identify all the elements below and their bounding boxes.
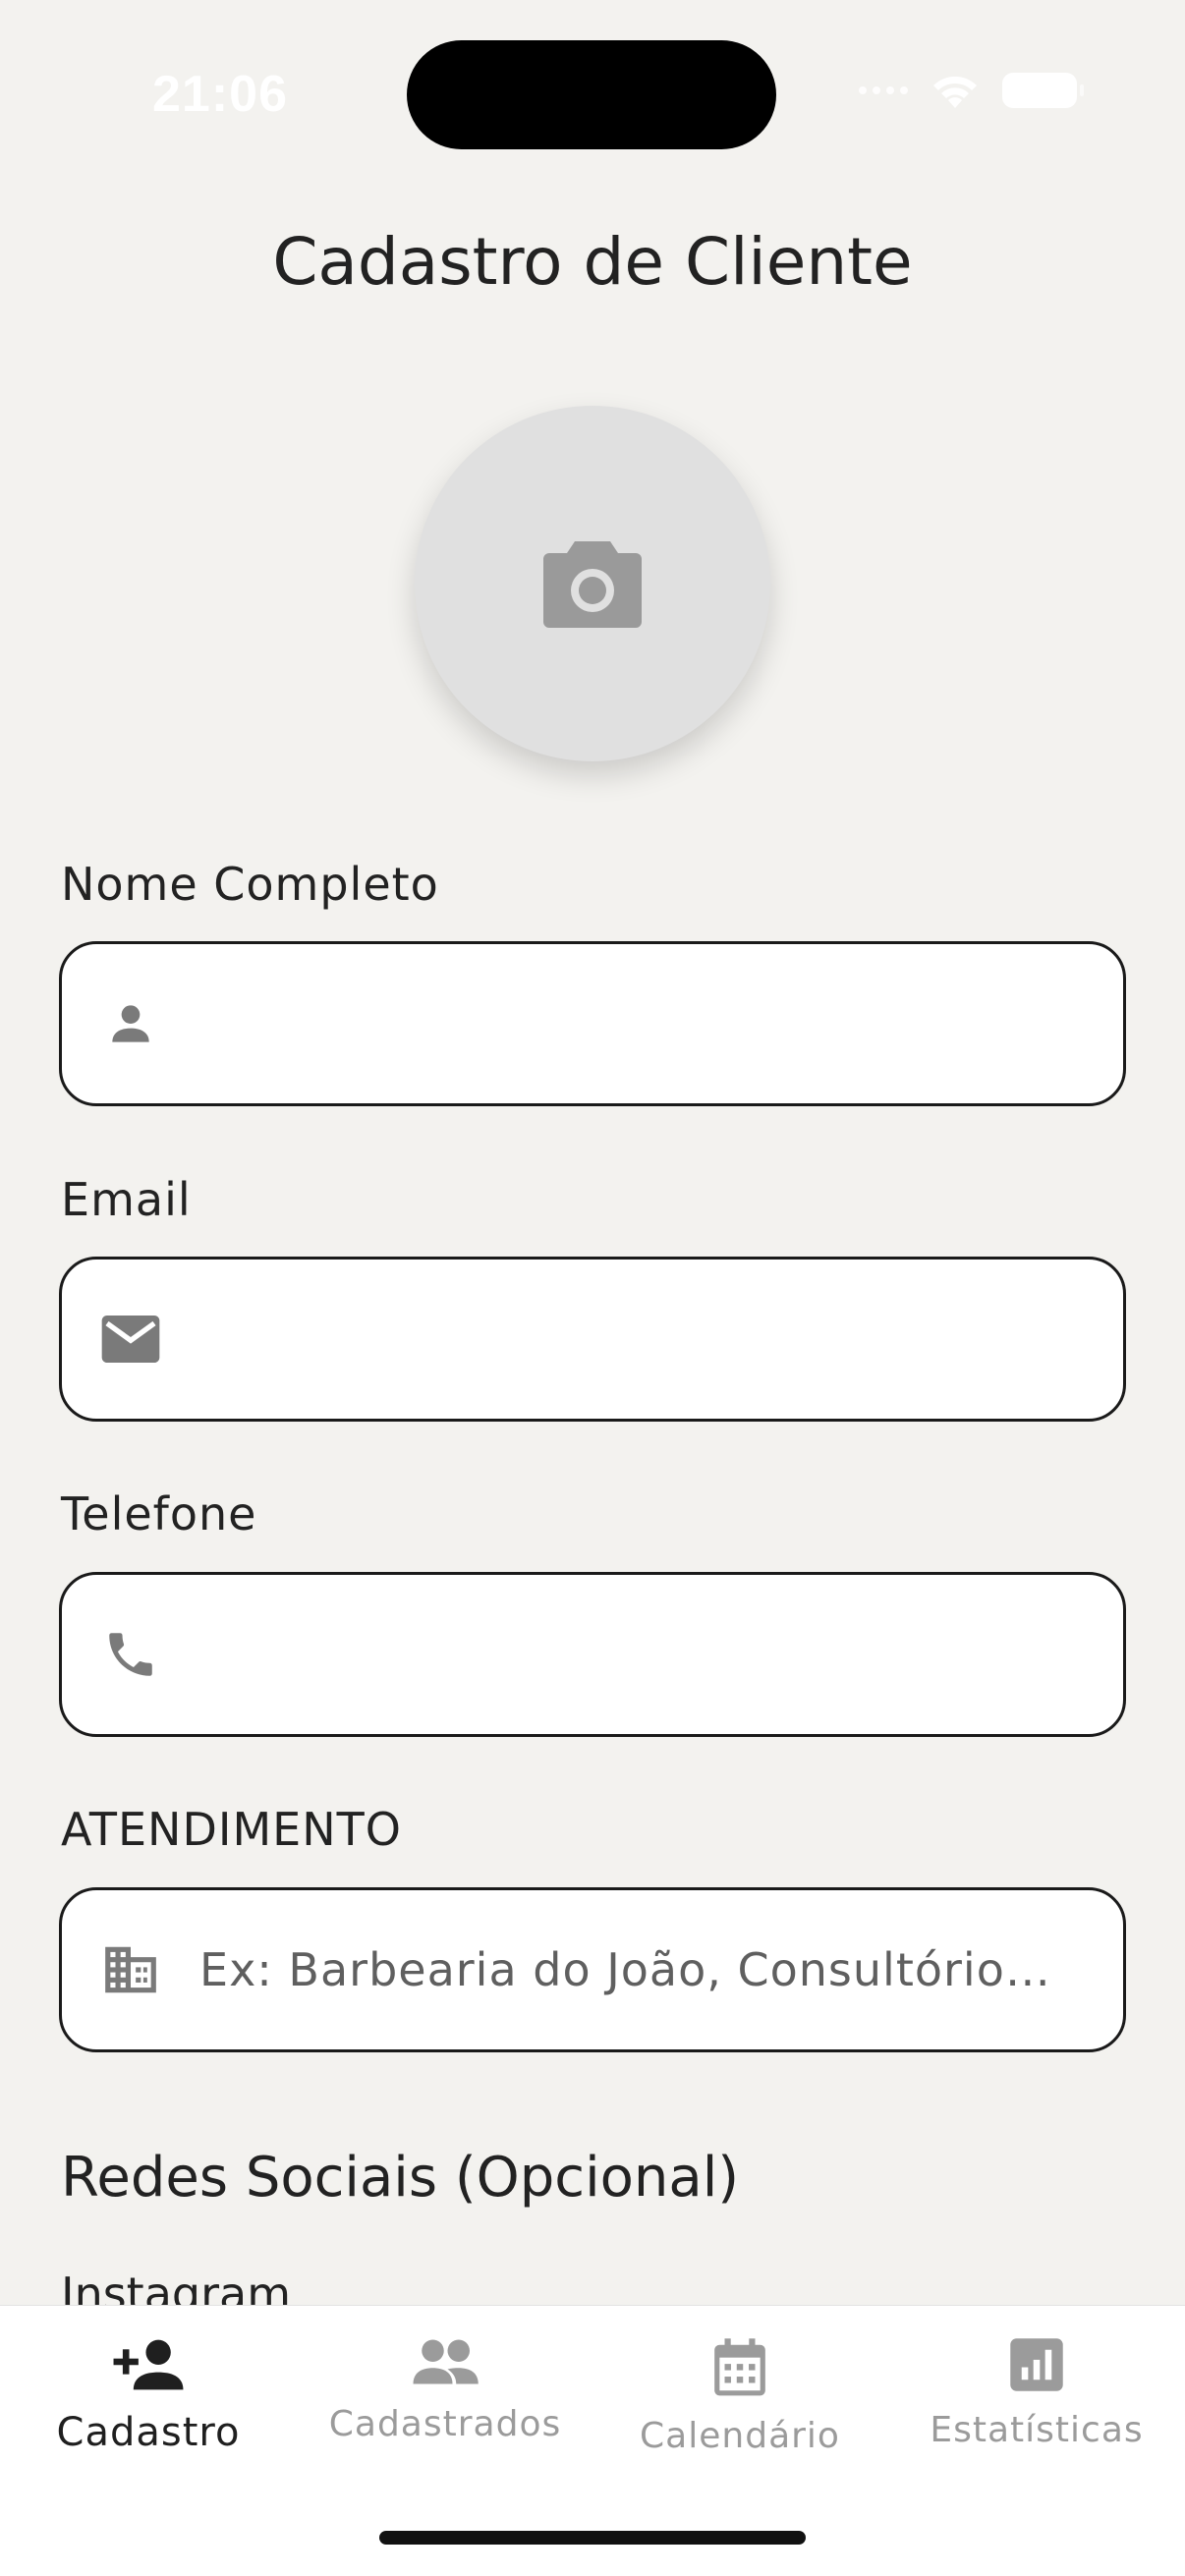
- email-input[interactable]: [199, 1260, 1123, 1419]
- phone-icon: [109, 1633, 152, 1676]
- status-icons: [859, 71, 1084, 110]
- name-field-container[interactable]: [59, 941, 1126, 1106]
- phone-input[interactable]: [199, 1575, 1123, 1734]
- home-indicator: [379, 2531, 806, 2545]
- nav-label: Estatísticas: [930, 2410, 1144, 2450]
- people-icon: [413, 2339, 479, 2384]
- building-icon: [105, 1946, 156, 1993]
- calendar-icon: [714, 2338, 765, 2396]
- name-input[interactable]: [199, 944, 1123, 1103]
- nav-item-calendario[interactable]: Calendário: [592, 2306, 887, 2483]
- person-add-icon: [113, 2339, 184, 2390]
- atendimento-label: ATENDIMENTO: [61, 1803, 402, 1856]
- email-label: Email: [61, 1173, 192, 1226]
- name-label: Nome Completo: [61, 858, 439, 911]
- person-icon: [112, 1005, 149, 1042]
- client-registration-screen: 21:06 Cadastro de Cliente Nome Completo: [0, 0, 1185, 2576]
- nav-item-cadastrados[interactable]: Cadastrados: [298, 2306, 592, 2483]
- cellular-signal-icon: [859, 86, 908, 94]
- nav-label: Calendário: [640, 2416, 840, 2456]
- wifi-icon: [933, 76, 977, 108]
- nav-label: Cadastro: [56, 2410, 241, 2455]
- phone-label: Telefone: [61, 1487, 257, 1540]
- nav-label: Cadastrados: [328, 2404, 562, 2444]
- social-section-title: Redes Sociais (Opcional): [61, 2146, 740, 2210]
- camera-icon: [543, 541, 642, 628]
- nav-item-cadastro[interactable]: Cadastro: [1, 2306, 296, 2483]
- nav-item-estatisticas[interactable]: Estatísticas: [889, 2306, 1184, 2483]
- page-title: Cadastro de Cliente: [272, 224, 913, 300]
- phone-field-container[interactable]: [59, 1572, 1126, 1737]
- photo-picker-button[interactable]: [415, 406, 770, 761]
- status-time: 21:06: [152, 66, 288, 123]
- atendimento-field-container[interactable]: [59, 1887, 1126, 2052]
- instagram-label: Instagram: [61, 2269, 292, 2307]
- dynamic-island: [407, 40, 776, 149]
- mail-icon: [101, 1316, 160, 1363]
- battery-icon: [1002, 73, 1084, 108]
- email-field-container[interactable]: [59, 1257, 1126, 1422]
- stats-icon: [1010, 2338, 1063, 2391]
- atendimento-input[interactable]: [199, 1890, 1123, 2049]
